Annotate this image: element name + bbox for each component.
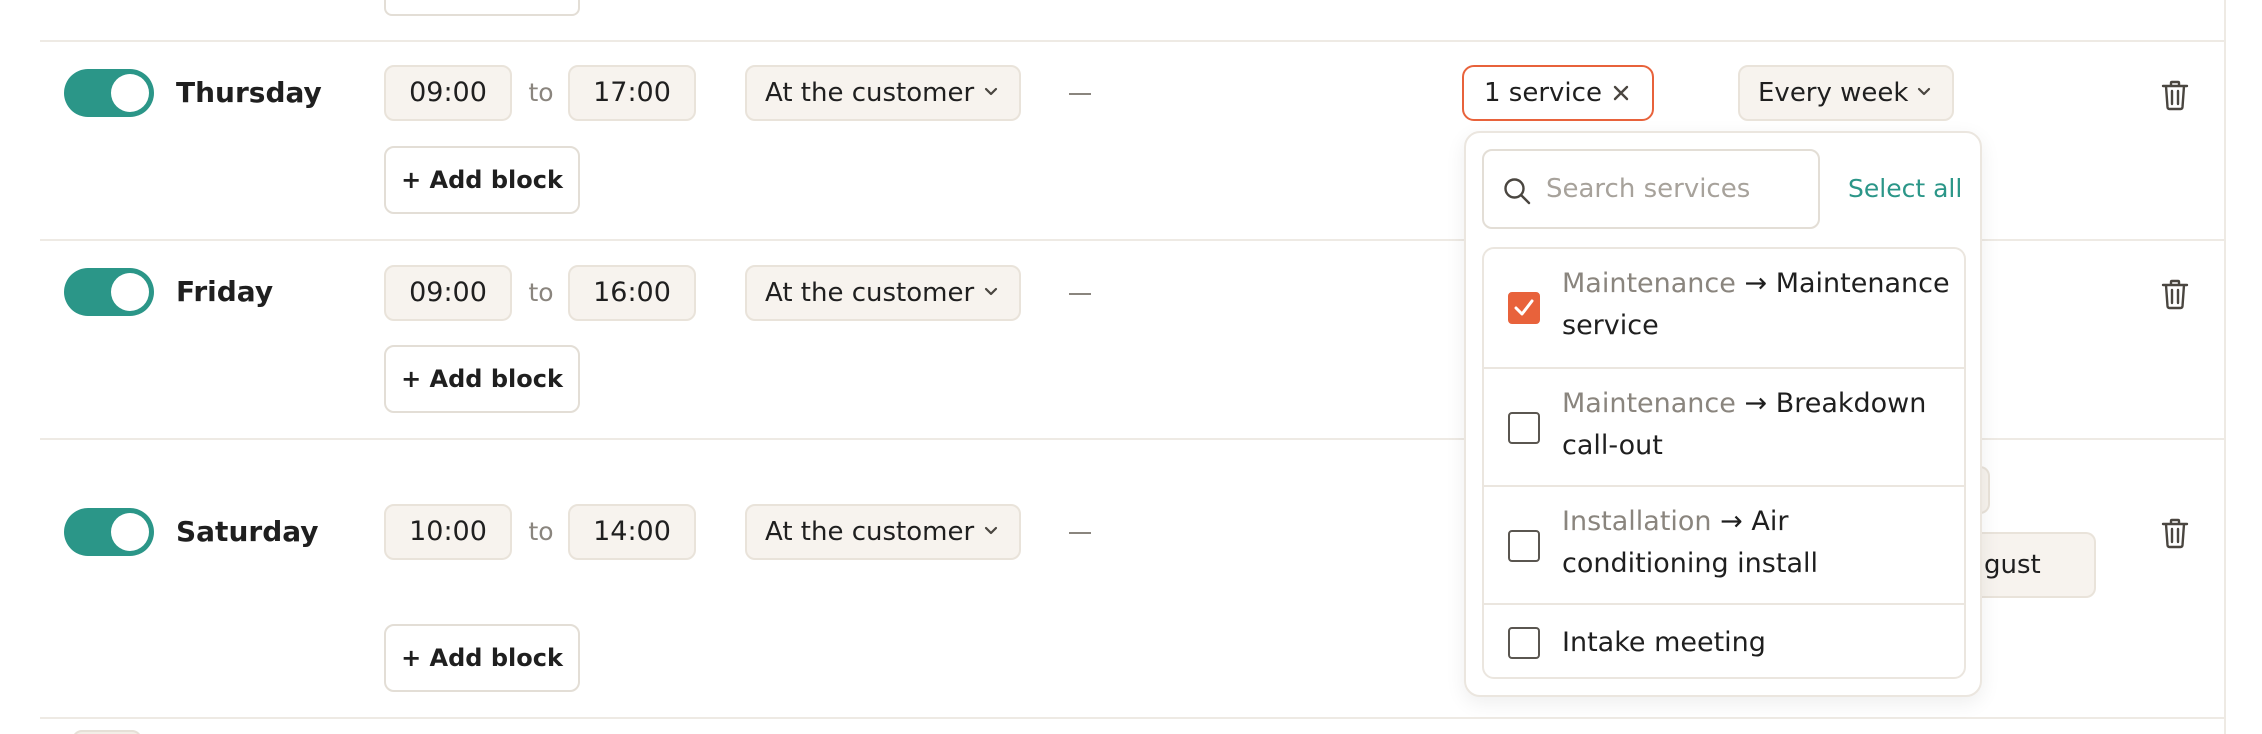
frequency-select[interactable]: Every week bbox=[1738, 65, 1954, 121]
toggle-knob bbox=[111, 273, 149, 311]
service-option-label: Installation → Air conditioning install bbox=[1562, 501, 1952, 585]
trash-icon[interactable] bbox=[2160, 79, 2190, 111]
search-box[interactable] bbox=[1482, 149, 1820, 229]
toggle-knob bbox=[111, 74, 149, 112]
add-block-button[interactable]: + Add block bbox=[384, 624, 580, 692]
end-time-input[interactable]: 17:00 bbox=[568, 65, 696, 121]
location-value: At the customer bbox=[765, 78, 975, 108]
trash-icon[interactable] bbox=[2160, 278, 2190, 310]
search-input[interactable] bbox=[1546, 165, 1806, 213]
search-icon bbox=[1504, 178, 1531, 205]
select-all-link[interactable]: Select all bbox=[1848, 169, 1962, 209]
add-block-button[interactable]: + Add block bbox=[384, 146, 580, 214]
service-category: Installation bbox=[1562, 506, 1712, 537]
location-select[interactable]: At the customer bbox=[745, 504, 1021, 560]
to-label: to bbox=[528, 78, 554, 107]
start-time-input[interactable]: 09:00 bbox=[384, 65, 512, 121]
service-option[interactable]: Intake meeting bbox=[1484, 603, 1964, 677]
day-toggle-saturday[interactable] bbox=[64, 508, 154, 556]
arrow-icon: → bbox=[1720, 506, 1743, 537]
service-checkbox[interactable] bbox=[1508, 530, 1540, 562]
row-divider bbox=[40, 40, 2226, 42]
service-checkbox[interactable] bbox=[1508, 412, 1540, 444]
end-time-input[interactable]: 16:00 bbox=[568, 265, 696, 321]
service-option-label: Maintenance → Maintenance service bbox=[1562, 263, 1952, 347]
empty-dash bbox=[1069, 532, 1091, 534]
empty-dash bbox=[1069, 93, 1091, 95]
location-select[interactable]: At the customer bbox=[745, 265, 1021, 321]
service-checkbox[interactable] bbox=[1508, 292, 1540, 324]
day-name: Thursday bbox=[176, 76, 322, 109]
services-selector[interactable]: 1 service bbox=[1462, 65, 1654, 121]
arrow-icon: → bbox=[1744, 268, 1768, 299]
start-time-input[interactable]: 09:00 bbox=[384, 265, 512, 321]
day-toggle-friday[interactable] bbox=[64, 268, 154, 316]
location-select[interactable]: At the customer bbox=[745, 65, 1021, 121]
day-name: Friday bbox=[176, 275, 274, 308]
services-count: 1 service bbox=[1484, 78, 1602, 108]
service-checkbox[interactable] bbox=[1508, 627, 1540, 659]
service-option[interactable]: Maintenance → Maintenance service bbox=[1484, 249, 1964, 367]
add-block-button-previous[interactable] bbox=[384, 0, 580, 16]
service-options-list: Maintenance → Maintenance service Mainte… bbox=[1482, 247, 1966, 679]
toggle-knob bbox=[111, 513, 149, 551]
service-option-label: Maintenance → Breakdown call-out bbox=[1562, 383, 1952, 467]
chevron-down-icon bbox=[984, 526, 998, 535]
checkmark-icon bbox=[1514, 299, 1534, 316]
to-label: to bbox=[528, 278, 554, 307]
availability-schedule: Thursday 09:00 to 17:00 At the customer … bbox=[0, 0, 2262, 734]
row-divider bbox=[40, 717, 2226, 719]
chevron-down-icon bbox=[984, 287, 998, 296]
chevron-down-icon bbox=[984, 87, 998, 96]
add-block-button[interactable]: + Add block bbox=[384, 345, 580, 413]
services-dropdown: Select all Maintenance → Maintenance ser… bbox=[1464, 131, 1982, 697]
end-time-input[interactable]: 14:00 bbox=[568, 504, 696, 560]
to-label: to bbox=[528, 517, 554, 546]
day-toggle-thursday[interactable] bbox=[64, 69, 154, 117]
service-name: Intake meeting bbox=[1562, 627, 1766, 658]
service-option[interactable]: Maintenance → Breakdown call-out bbox=[1484, 367, 1964, 485]
next-day-toggle[interactable] bbox=[72, 730, 142, 734]
service-category: Maintenance bbox=[1562, 268, 1736, 299]
arrow-icon: → bbox=[1744, 388, 1768, 419]
close-icon[interactable] bbox=[1612, 84, 1630, 102]
location-value: At the customer bbox=[765, 278, 975, 308]
location-value: At the customer bbox=[765, 517, 975, 547]
service-option[interactable]: Installation → Air conditioning install bbox=[1484, 485, 1964, 603]
panel-right-border bbox=[2224, 0, 2226, 734]
empty-dash bbox=[1069, 293, 1091, 295]
day-name: Saturday bbox=[176, 515, 319, 548]
service-category: Maintenance bbox=[1562, 388, 1736, 419]
trash-icon[interactable] bbox=[2160, 517, 2190, 549]
frequency-value: Every week bbox=[1758, 78, 1909, 108]
start-time-input[interactable]: 10:00 bbox=[384, 504, 512, 560]
chevron-down-icon bbox=[1917, 87, 1931, 96]
service-option-label: Intake meeting bbox=[1562, 622, 1952, 664]
